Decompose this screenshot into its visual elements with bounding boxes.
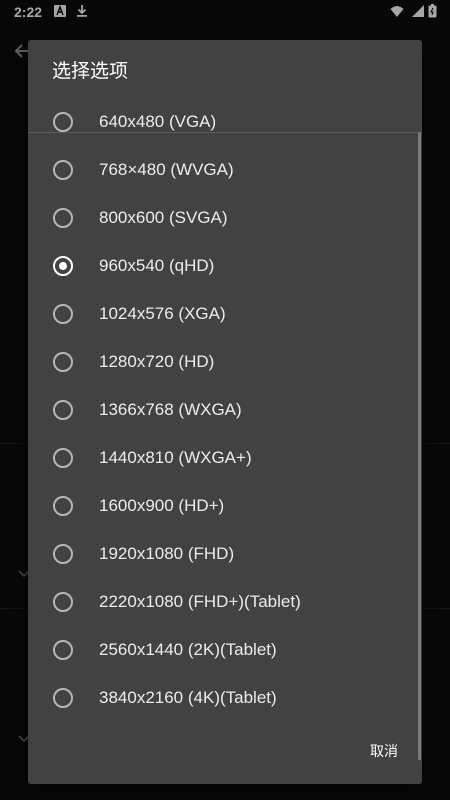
option-label: 2560x1440 (2K)(Tablet) xyxy=(99,640,277,659)
option-label: 768×480 (WVGA) xyxy=(99,160,234,179)
option-item[interactable]: 1280x720 (HD) xyxy=(28,338,414,386)
options-list: 640x480 (VGA) 768×480 (WVGA) 800x600 (SVGA… xyxy=(28,98,422,728)
option-item[interactable]: 960x540 (qHD) xyxy=(28,242,414,290)
radio-dot xyxy=(59,262,67,270)
option-item[interactable]: 1024x576 (XGA) xyxy=(28,290,414,338)
scrollbar[interactable] xyxy=(418,132,421,760)
option-label: 1600x900 (HD+) xyxy=(99,496,225,515)
radio-button[interactable] xyxy=(53,304,73,324)
option-label: 960x540 (qHD) xyxy=(99,256,215,275)
radio-button[interactable] xyxy=(53,112,73,132)
dialog-title: 选择选项 xyxy=(52,60,129,82)
radio-button[interactable] xyxy=(53,352,73,372)
option-label: 1280x720 (HD) xyxy=(99,352,215,371)
option-item[interactable]: 768×480 (WVGA) xyxy=(28,146,414,194)
option-item[interactable]: 2220x1080 (FHD+)(Tablet) xyxy=(28,578,414,626)
option-item[interactable]: 1366x768 (WXGA) xyxy=(28,386,414,434)
radio-button[interactable] xyxy=(53,592,73,612)
option-label: 2220x1080 (FHD+)(Tablet) xyxy=(99,592,301,611)
radio-button[interactable] xyxy=(53,544,73,564)
radio-button-checked[interactable] xyxy=(53,256,73,276)
screen: 2:22 选择选项 640x480 (VGA) 768×480 (WVGA) 8… xyxy=(0,0,450,800)
radio-button[interactable] xyxy=(53,160,73,180)
option-item[interactable]: 2560x1440 (2K)(Tablet) xyxy=(28,626,414,674)
radio-button[interactable] xyxy=(53,448,73,468)
option-item[interactable]: 800x600 (SVGA) xyxy=(28,194,414,242)
option-label: 1024x576 (XGA) xyxy=(99,304,226,323)
option-item[interactable]: 1920x1080 (FHD) xyxy=(28,530,414,578)
option-label: 640x480 (VGA) xyxy=(99,112,217,131)
radio-button[interactable] xyxy=(53,640,73,660)
radio-button[interactable] xyxy=(53,688,73,708)
radio-button[interactable] xyxy=(53,400,73,420)
option-label: 3840x2160 (4K)(Tablet) xyxy=(99,688,277,707)
option-label: 1366x768 (WXGA) xyxy=(99,400,242,419)
resolution-dialog: 选择选项 640x480 (VGA) 768×480 (WVGA) 800x600 … xyxy=(28,40,422,784)
option-label: 1920x1080 (FHD) xyxy=(99,544,235,563)
radio-button[interactable] xyxy=(53,208,73,228)
option-item[interactable]: 1440x810 (WXGA+) xyxy=(28,434,414,482)
radio-button[interactable] xyxy=(53,496,73,516)
option-item[interactable]: 3840x2160 (4K)(Tablet) xyxy=(28,674,414,722)
option-item[interactable]: 1600x900 (HD+) xyxy=(28,482,414,530)
option-item[interactable]: 640x480 (VGA) xyxy=(28,98,414,146)
option-label: 800x600 (SVGA) xyxy=(99,208,228,227)
cancel-button[interactable]: 取消 xyxy=(364,740,404,764)
option-label: 1440x810 (WXGA+) xyxy=(99,448,252,467)
